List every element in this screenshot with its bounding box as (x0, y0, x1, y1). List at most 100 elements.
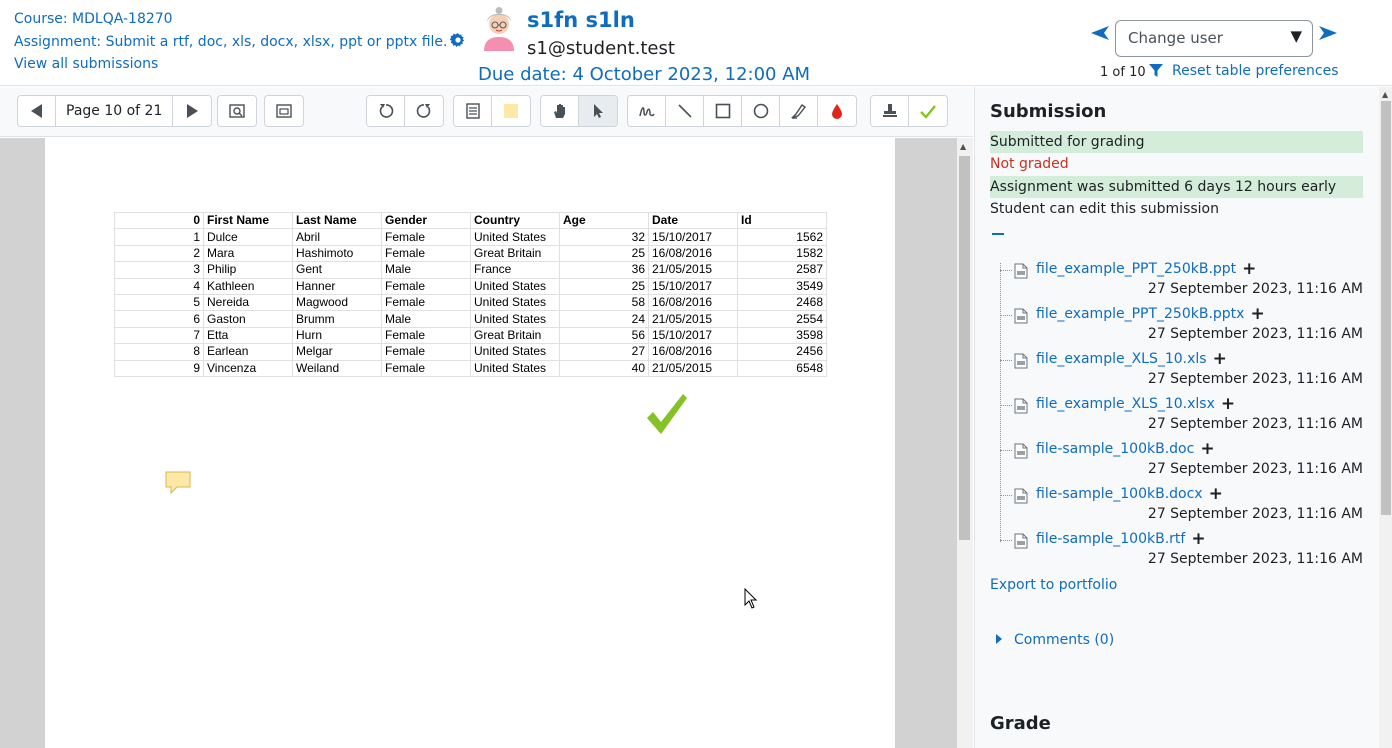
document-scrollbar[interactable]: ▲ (957, 138, 973, 748)
scroll-up-icon[interactable]: ▲ (1382, 90, 1388, 99)
table-cell: United States (470, 359, 560, 377)
gear-icon[interactable] (450, 32, 466, 48)
view-all-submissions-link[interactable]: View all submissions (14, 56, 158, 72)
file-item: file_example_XLS_10.xls +27 September 202… (1000, 349, 1363, 394)
table-row: 1 Dulce Abril Female United States 32 15/10/20… (114, 228, 827, 246)
next-page-button[interactable] (173, 96, 212, 126)
expand-button[interactable] (265, 96, 303, 126)
file-item: file-sample_100kB.rtf +27 September 2023,… (1000, 529, 1363, 574)
comment-tools-group (453, 95, 531, 127)
plus-icon[interactable]: + (1191, 529, 1205, 549)
table-row: 6 Gaston Brumm Male United States 24 21/05/201… (114, 310, 827, 328)
file-item: file_example_PPT_250kB.pptx +27 September… (1000, 304, 1363, 349)
annotation-color-button[interactable] (818, 96, 856, 126)
file-link[interactable]: file-sample_100kB.rtf (1036, 531, 1185, 547)
pen-tool-button[interactable] (628, 96, 666, 126)
file-link[interactable]: file_example_XLS_10.xlsx (1036, 396, 1215, 412)
plus-icon[interactable]: + (1221, 394, 1235, 414)
expand-icon (276, 104, 292, 118)
previous-page-button[interactable] (18, 96, 56, 126)
file-tree-branch (1000, 270, 1012, 271)
file-item: file_example_XLS_10.xlsx +27 September 20… (1000, 394, 1363, 439)
comment-bubble-icon[interactable] (165, 470, 191, 496)
pan-select-group (540, 95, 618, 127)
column-header: 0 (114, 211, 204, 230)
collapse-files-icon[interactable] (992, 233, 1004, 235)
rotate-right-button[interactable] (405, 96, 443, 126)
scroll-up-icon[interactable]: ▲ (960, 142, 966, 151)
file-link[interactable]: file-sample_100kB.doc (1036, 441, 1194, 457)
comments-toggle[interactable]: Comments (0) (996, 632, 1114, 648)
select-tool-button[interactable] (579, 96, 617, 126)
table-cell: Weiland (292, 359, 382, 377)
table-cell: Female (381, 228, 471, 246)
comment-tool-button[interactable] (454, 96, 492, 126)
column-header: Last Name (292, 211, 382, 230)
table-cell: 15/10/2017 (648, 277, 738, 295)
page-select[interactable]: Page 10 of 21 (56, 96, 174, 126)
table-cell: Female (381, 359, 471, 377)
stamp-tool-button[interactable] (871, 96, 909, 126)
file-link[interactable]: file_example_PPT_250kB.pptx (1036, 306, 1244, 322)
table-cell: 16/08/2016 (648, 244, 738, 263)
file-link[interactable]: file_example_XLS_10.xls (1036, 351, 1207, 367)
expand-group (264, 95, 304, 127)
document-page[interactable]: 0 First Name Last Name Gender Country Age Date… (45, 138, 895, 748)
table-cell: 25 (559, 244, 649, 263)
table-cell: Male (381, 310, 471, 328)
pan-tool-button[interactable] (541, 96, 579, 126)
grader-header: Course: MDLQA-18270 Assignment: Submit a… (0, 0, 1392, 86)
plus-icon[interactable]: + (1200, 439, 1214, 459)
course-link[interactable]: Course: MDLQA-18270 (14, 11, 173, 27)
assignment-link[interactable]: Assignment: Submit a rtf, doc, xls, docx… (14, 34, 447, 50)
right-arrow-icon[interactable] (1316, 25, 1338, 41)
check-stamp-icon[interactable] (645, 392, 689, 436)
spreadsheet-table: 0 First Name Last Name Gender Country Age Date… (114, 211, 827, 377)
due-date: Due date: 4 October 2023, 12:00 AM (478, 64, 811, 85)
rectangle-tool-button[interactable] (704, 96, 742, 126)
oval-tool-button[interactable] (742, 96, 780, 126)
rotate-left-button[interactable] (367, 96, 405, 126)
table-cell: Male (381, 261, 471, 279)
file-date: 27 September 2023, 11:16 AM (1147, 281, 1363, 297)
stamp-select-button[interactable] (909, 96, 947, 126)
change-user-select[interactable]: Change user ▼ (1115, 20, 1313, 57)
plus-icon[interactable]: + (1242, 259, 1256, 279)
column-header: Gender (381, 211, 471, 230)
table-row: 8 Earlean Melgar Female United States 27 16/08… (114, 343, 827, 361)
comment-color-button[interactable] (492, 96, 530, 126)
table-cell: Female (381, 293, 471, 312)
table-cell: 2468 (737, 293, 827, 312)
highlight-tool-button[interactable] (780, 96, 818, 126)
reset-table-preferences-link[interactable]: Reset table preferences (1172, 63, 1339, 79)
table-row: 3 Philip Gent Male France 36 21/05/2015 2587 (114, 261, 827, 279)
document-viewer[interactable]: 0 First Name Last Name Gender Country Age Date… (0, 138, 973, 748)
table-cell: 15/10/2017 (648, 326, 738, 345)
document-scrollbar-thumb[interactable] (959, 156, 970, 540)
left-arrow-icon[interactable] (1090, 25, 1112, 41)
line-tool-button[interactable] (666, 96, 704, 126)
rotate-group (366, 95, 444, 127)
table-cell: Hurn (292, 326, 382, 345)
file-link[interactable]: file-sample_100kB.docx (1036, 486, 1203, 502)
table-cell: 1562 (737, 228, 827, 246)
oval-icon (753, 103, 768, 119)
search-comments-button[interactable] (218, 96, 256, 126)
caret-right-icon (996, 634, 1002, 644)
user-fullname[interactable]: s1fn s1ln (527, 8, 635, 32)
plus-icon[interactable]: + (1213, 349, 1227, 369)
file-date: 27 September 2023, 11:16 AM (1147, 326, 1363, 342)
export-to-portfolio-link[interactable]: Export to portfolio (990, 577, 1117, 593)
plus-icon[interactable]: + (1209, 484, 1223, 504)
table-cell: Kathleen (203, 277, 293, 295)
table-cell: Melgar (292, 343, 382, 361)
comments-link[interactable]: Comments (0) (1014, 632, 1114, 648)
document-file-icon (1014, 533, 1028, 549)
panel-scrollbar-thumb[interactable] (1381, 101, 1391, 515)
stamp-icon (882, 104, 897, 117)
plus-icon[interactable]: + (1250, 304, 1264, 324)
file-link[interactable]: file_example_PPT_250kB.ppt (1036, 261, 1236, 277)
file-date: 27 September 2023, 11:16 AM (1147, 461, 1363, 477)
filter-icon[interactable] (1148, 64, 1163, 78)
panel-scrollbar[interactable]: ▲ (1379, 87, 1392, 748)
